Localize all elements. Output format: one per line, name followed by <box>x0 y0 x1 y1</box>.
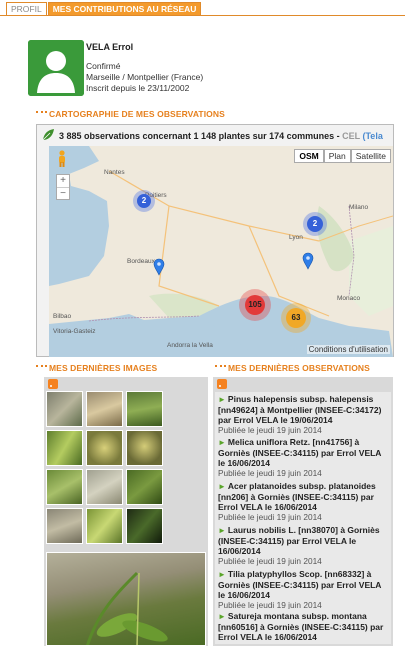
map-canvas[interactable]: Nantes Poitiers Bordeaux Lyon Milano Mon… <box>49 146 393 357</box>
images-section-title-text: MES DERNIÈRES IMAGES <box>49 363 158 373</box>
observations-panel: ► Pinus halepensis subsp. halepensis [nn4… <box>213 377 393 646</box>
map-pin-icon[interactable] <box>153 258 165 276</box>
image-thumbnail[interactable] <box>126 430 163 466</box>
cluster-count: 2 <box>307 216 323 232</box>
map-cluster-marker[interactable]: 2 <box>133 190 155 212</box>
observation-item: ► Acer platanoides subsp. platanoides [nn… <box>215 479 391 524</box>
profile-status: Confirmé <box>86 61 121 71</box>
map-stat-bar: 3 885 observations concernant 1 148 plan… <box>37 125 393 145</box>
plant-photo <box>86 571 168 645</box>
image-thumbnail[interactable] <box>46 391 83 427</box>
arrow-icon: ► <box>218 395 226 404</box>
rss-icon[interactable] <box>217 379 227 389</box>
arrow-icon: ► <box>218 438 226 447</box>
observation-date: Publiée le jeudi 19 juin 2014 <box>218 556 322 566</box>
arrow-icon: ► <box>218 570 226 579</box>
map-cluster-marker[interactable]: 63 <box>281 303 311 333</box>
observation-date: Publiée le jeudi 19 juin 2014 <box>218 468 322 478</box>
observation-link[interactable]: ► Laurus nobilis L. [nn38070] à Gorniès (… <box>218 525 389 556</box>
map-label-bilbao: Bilbao <box>53 313 72 320</box>
section-dots-icon <box>215 365 226 369</box>
tab-profil[interactable]: PROFIL <box>6 2 47 16</box>
profile-registered: Inscrit depuis le 23/11/2002 <box>86 83 190 93</box>
observation-date: Publiée le jeudi 19 juin 2014 <box>218 425 322 435</box>
zoom-out-button[interactable]: − <box>57 187 69 199</box>
map-label-lyon: Lyon <box>289 234 303 241</box>
map-type-plan-button[interactable]: Plan <box>323 149 351 163</box>
observation-link[interactable]: ► Tilia platyphyllos Scop. [nn68332] à Go… <box>218 569 389 600</box>
observations-section-title-text: MES DERNIÈRES OBSERVATIONS <box>228 363 370 373</box>
observation-link[interactable]: ► Melica uniflora Retz. [nn41756] à Gorni… <box>218 437 389 468</box>
map-section-title: CARTOGRAPHIE DE MES OBSERVATIONS <box>36 109 225 119</box>
image-thumbnail[interactable] <box>126 391 163 427</box>
image-thumbnail[interactable] <box>86 469 123 505</box>
observation-date: Publiée le jeudi 19 juin 2014 <box>218 512 322 522</box>
image-thumbnail[interactable] <box>46 469 83 505</box>
map-stats-text: 3 885 observations concernant 1 148 plan… <box>59 131 343 141</box>
observations-section-title: MES DERNIÈRES OBSERVATIONS <box>215 363 370 373</box>
arrow-icon: ► <box>218 482 226 491</box>
cluster-count: 105 <box>245 295 265 315</box>
map-type-osm-button[interactable]: OSM <box>294 149 324 163</box>
image-thumbnail[interactable] <box>46 430 83 466</box>
image-thumbnail[interactable] <box>126 508 163 544</box>
image-thumbnail[interactable] <box>86 508 123 544</box>
street-view-pegman-icon[interactable] <box>56 150 68 168</box>
images-panel <box>44 377 208 646</box>
arrow-icon: ► <box>218 612 226 621</box>
observation-link[interactable]: ► Pinus halepensis subsp. halepensis [nn4… <box>218 394 389 425</box>
profile-location: Marseille / Montpellier (France) <box>86 72 204 82</box>
map-label-monaco: Monaco <box>337 295 361 302</box>
map-label-nantes: Nantes <box>104 169 125 176</box>
map-widget: 3 885 observations concernant 1 148 plan… <box>36 124 394 357</box>
map-label-milano: Milano <box>349 204 369 211</box>
rss-icon[interactable] <box>48 379 58 389</box>
map-section-title-text: CARTOGRAPHIE DE MES OBSERVATIONS <box>49 109 225 119</box>
observation-link[interactable]: ► Acer platanoides subsp. platanoides [nn… <box>218 481 389 512</box>
profile-name: VELA Errol <box>86 42 134 52</box>
tab-bar: PROFIL MES CONTRIBUTIONS AU RÉSEAU <box>6 2 202 16</box>
observation-item: ► Melica uniflora Retz. [nn41756] à Gorni… <box>215 435 391 480</box>
map-label-vitoria: Vitoria-Gasteiz <box>53 328 96 335</box>
image-thumbnail[interactable] <box>86 391 123 427</box>
map-label-andorra: Andorra la Vella <box>167 342 213 349</box>
map-statistics: 3 885 observations concernant 1 148 plan… <box>59 131 383 141</box>
cel-link[interactable]: CEL <box>342 131 360 141</box>
avatar <box>28 40 84 96</box>
map-type-switcher: OSM Plan Satellite <box>294 149 391 163</box>
map-pin-icon[interactable] <box>302 252 314 270</box>
zoom-control: + − <box>56 174 70 200</box>
image-thumbnail[interactable] <box>86 430 123 466</box>
image-thumbnail[interactable] <box>46 508 83 544</box>
observation-item: ► Laurus nobilis L. [nn38070] à Gorniès (… <box>215 523 391 568</box>
map-cluster-marker[interactable]: 2 <box>303 212 327 236</box>
zoom-in-button[interactable]: + <box>57 175 69 187</box>
observation-item: ► Tilia platyphyllos Scop. [nn68332] à Go… <box>215 567 391 612</box>
map-terrain <box>49 146 393 357</box>
map-type-satellite-button[interactable]: Satellite <box>350 149 391 163</box>
map-cluster-marker[interactable]: 105 <box>239 289 271 321</box>
images-section-title: MES DERNIÈRES IMAGES <box>36 363 157 373</box>
user-silhouette-icon <box>28 40 84 96</box>
profile-info: Confirmé Marseille / Montpellier (France… <box>86 61 203 94</box>
tab-contributions[interactable]: MES CONTRIBUTIONS AU RÉSEAU <box>47 2 202 16</box>
tela-link[interactable]: (Tela <box>362 131 382 141</box>
observation-link[interactable]: ► Satureja montana subsp. montana [nn6051… <box>218 611 389 642</box>
image-thumbnail[interactable] <box>126 469 163 505</box>
tab-divider <box>0 15 405 16</box>
cluster-count: 2 <box>137 194 151 208</box>
section-dots-icon <box>36 365 47 369</box>
featured-image[interactable] <box>46 552 206 646</box>
observation-item: ► Satureja montana subsp. montana [nn6051… <box>215 609 391 644</box>
observation-item: ► Pinus halepensis subsp. halepensis [nn4… <box>215 392 391 437</box>
leaf-icon <box>42 129 54 141</box>
section-dots-icon <box>36 111 47 115</box>
map-label-bordeaux: Bordeaux <box>127 258 155 265</box>
cluster-count: 63 <box>286 308 306 328</box>
arrow-icon: ► <box>218 526 226 535</box>
map-terms-link[interactable]: Conditions d'utilisation <box>306 345 390 354</box>
